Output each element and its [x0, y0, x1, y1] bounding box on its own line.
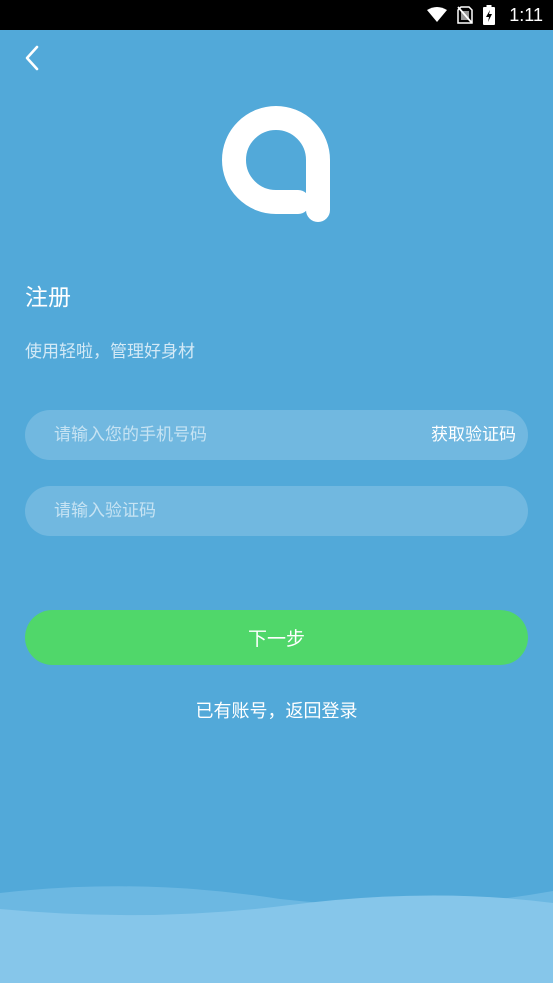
status-bar: 1:11	[0, 0, 553, 30]
battery-charging-icon	[483, 5, 496, 25]
back-to-login-link[interactable]: 已有账号，返回登录	[0, 697, 553, 723]
verification-code-input[interactable]	[25, 486, 528, 536]
page-title: 注册	[25, 285, 71, 311]
decorative-waves	[0, 883, 553, 983]
wifi-icon	[427, 7, 448, 23]
back-button[interactable]	[16, 42, 48, 78]
page-subtitle: 使用轻啦，管理好身材	[25, 342, 195, 362]
chevron-left-icon	[24, 45, 40, 75]
register-screen: 1:11 注册 使用轻啦，管理好身材 获取验证码 下一步 已有账号，返回登录	[0, 0, 553, 983]
app-logo	[220, 104, 332, 224]
next-button[interactable]: 下一步	[25, 610, 528, 665]
status-time: 1:11	[509, 4, 543, 25]
code-field-container	[25, 486, 528, 536]
phone-field-container: 获取验证码	[25, 410, 528, 460]
get-code-button[interactable]: 获取验证码	[431, 410, 516, 460]
status-icons: 1:11	[427, 0, 543, 30]
no-sim-icon	[457, 6, 474, 24]
